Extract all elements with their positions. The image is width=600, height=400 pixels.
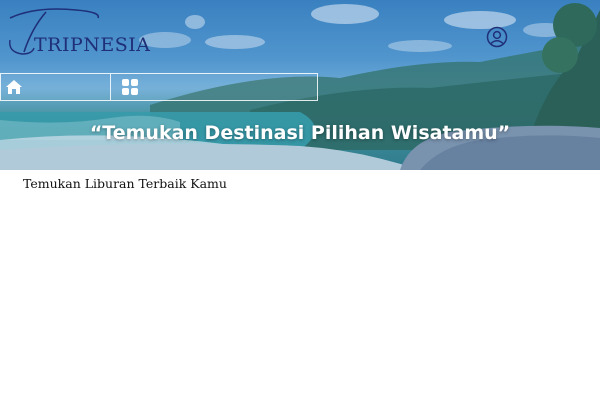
brand-logo[interactable]: TRIPNESIA [6, 4, 150, 60]
hero-banner: TRIPNESIA “Temukan Destinasi Pilihan Wis… [0, 0, 600, 170]
nav-home[interactable] [1, 74, 111, 100]
nav-categories[interactable] [111, 74, 317, 100]
user-circle-icon [486, 26, 508, 48]
brand-name: TRIPNESIA [34, 34, 151, 56]
home-icon [6, 80, 22, 94]
hero-tagline: “Temukan Destinasi Pilihan Wisatamu” [89, 122, 511, 144]
grid-icon [122, 79, 138, 95]
section-subtitle: Temukan Liburan Terbaik Kamu [23, 176, 227, 191]
user-account-button[interactable] [486, 26, 508, 48]
main-navbar [0, 73, 318, 101]
